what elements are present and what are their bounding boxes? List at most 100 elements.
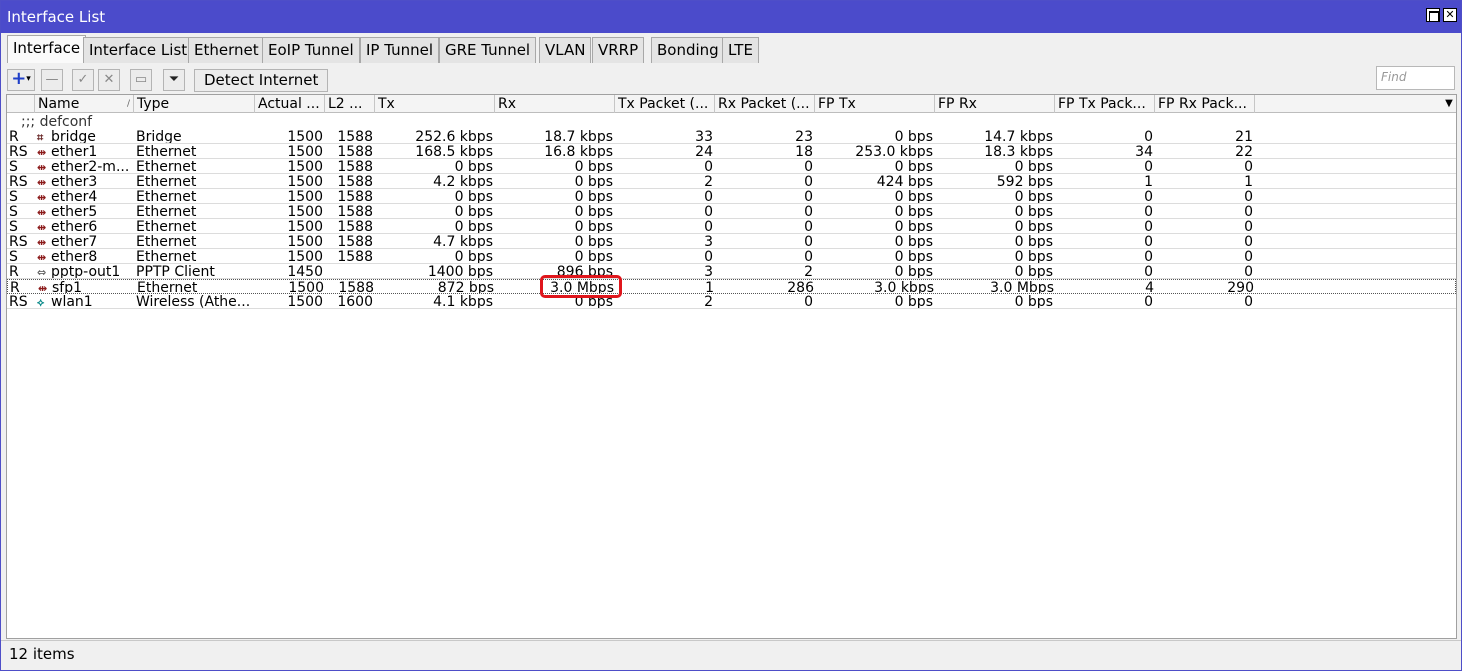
tab-ethernet[interactable]: Ethernet <box>188 37 265 63</box>
close-icon[interactable] <box>1443 8 1457 22</box>
table-row[interactable]: S ⇹ ether2-m... Ethernet 1500 1588 0 bps 0 bps 0… <box>7 159 1456 174</box>
cell-rxp: 0 <box>804 294 813 309</box>
enable-button[interactable]: ✓ <box>72 69 94 91</box>
tab-gre-tunnel[interactable]: GRE Tunnel <box>439 37 537 63</box>
ethernet-icon: ⇹ <box>37 176 47 189</box>
comment-button[interactable]: ▭ <box>130 69 152 91</box>
table-row[interactable]: R ⇹ sfp1 Ethernet 1500 1588 872 bps 3.0 Mbps 1 28… <box>7 279 1456 294</box>
status-bar: 12 items <box>1 640 1461 670</box>
cell-l2: 1588 <box>337 174 373 189</box>
x-icon: ✕ <box>103 72 115 87</box>
table-header: Name / Type Actual ... L2 ... Tx Rx Tx Pa… <box>7 95 1456 113</box>
column-header-rx[interactable]: Rx <box>495 95 615 113</box>
remove-button[interactable]: — <box>41 69 63 91</box>
cell-name: ⟡ wlan1 <box>35 294 134 308</box>
cell-rx: 0 bps <box>574 249 613 264</box>
table-row[interactable]: RS ⟡ wlan1 Wireless (Athe... 1500 1600 4.1 kbp… <box>7 294 1456 309</box>
tab-eoip-tunnel[interactable]: EoIP Tunnel <box>262 37 360 63</box>
cell-actual: 1500 <box>287 249 323 264</box>
table-row[interactable]: RS ⇹ ether3 Ethernet 1500 1588 4.2 kbps 0 bps 2 0… <box>7 174 1456 189</box>
column-header-rx-packet[interactable]: Rx Packet (... <box>715 95 815 113</box>
window-title: Interface List <box>7 8 106 26</box>
cell-txp: 1 <box>705 280 714 294</box>
table-row[interactable]: S ⇹ ether5 Ethernet 1500 1588 0 bps 0 bps 0 0 0 bp… <box>7 204 1456 219</box>
interface-list-window: Interface List Interface Interface List … <box>0 0 1462 671</box>
column-header-l2-mtu[interactable]: L2 ... <box>325 95 375 113</box>
table-row[interactable]: RS ⇹ ether1 Ethernet 1500 1588 168.5 kbps 16.8 … <box>7 144 1456 159</box>
cell-name: ⇹ sfp1 <box>36 280 135 293</box>
tab-vlan[interactable]: VLAN <box>539 37 592 63</box>
cell-fprxp: 0 <box>1244 159 1253 174</box>
cell-fptxp: 0 <box>1144 159 1153 174</box>
cell-l2: 1588 <box>337 129 373 144</box>
table-row[interactable]: RS ⇹ ether7 Ethernet 1500 1588 4.7 kbps 0 bps 3 0… <box>7 234 1456 249</box>
comment-row: ;;; defconf <box>7 114 1456 129</box>
ethernet-icon: ⇹ <box>37 191 47 204</box>
table-row[interactable]: S ⇹ ether6 Ethernet 1500 1588 0 bps 0 bps 0 0 0 bp… <box>7 219 1456 234</box>
column-header-fp-rx[interactable]: FP Rx <box>935 95 1055 113</box>
cell-type: Ethernet <box>136 249 197 264</box>
cell-type: Wireless (Athe... <box>136 294 251 309</box>
add-button[interactable]: +▾ <box>7 69 35 91</box>
interface-name: ether8 <box>51 249 98 264</box>
cell-type: Ethernet <box>136 204 197 219</box>
cell-txp: 2 <box>704 174 713 189</box>
column-header-tx[interactable]: Tx <box>375 95 495 113</box>
cell-tx: 0 bps <box>454 189 493 204</box>
column-menu-icon[interactable]: ▼ <box>1442 96 1456 112</box>
cell-flags: S <box>9 189 18 204</box>
cell-rxp: 0 <box>804 189 813 204</box>
column-header-tx-packet[interactable]: Tx Packet (... <box>615 95 715 113</box>
cell-tx: 0 bps <box>454 219 493 234</box>
cell-actual: 1500 <box>287 159 323 174</box>
column-header-type[interactable]: Type <box>134 95 255 113</box>
cell-actual: 1500 <box>287 174 323 189</box>
cell-name: ⇹ ether8 <box>35 249 134 264</box>
cell-fptxp: 0 <box>1144 219 1153 234</box>
tab-bonding[interactable]: Bonding <box>651 37 725 63</box>
tab-vrrp[interactable]: VRRP <box>592 37 645 63</box>
column-header-actual-mtu[interactable]: Actual ... <box>255 95 325 113</box>
table-row[interactable]: S ⇹ ether4 Ethernet 1500 1588 0 bps 0 bps 0 0 0 bp… <box>7 189 1456 204</box>
cell-fptx: 0 bps <box>894 129 933 144</box>
tab-lte[interactable]: LTE <box>722 37 759 63</box>
column-header-flags[interactable] <box>7 95 35 113</box>
cell-fptx: 3.0 kbps <box>874 280 934 294</box>
cell-txp: 0 <box>704 219 713 234</box>
cell-tx: 4.7 kbps <box>433 234 493 249</box>
tab-ip-tunnel[interactable]: IP Tunnel <box>360 37 440 63</box>
cell-fprxp: 1 <box>1244 174 1253 189</box>
maximize-icon[interactable] <box>1426 8 1440 22</box>
cell-rx: 16.8 kbps <box>544 144 613 159</box>
cell-name: ⌗ bridge <box>35 129 134 143</box>
column-header-name[interactable]: Name / <box>35 95 134 113</box>
cell-fptx: 0 bps <box>894 294 933 309</box>
note-icon: ▭ <box>134 72 148 87</box>
interface-name: ether3 <box>51 174 98 189</box>
filter-button[interactable]: ⏷ <box>163 69 185 91</box>
table-row[interactable]: R ⌗ bridge Bridge 1500 1588 252.6 kbps 18.7 kbp… <box>7 129 1456 144</box>
sort-arrow-icon: / <box>126 99 130 109</box>
title-bar[interactable]: Interface List <box>1 1 1461 33</box>
column-header-fp-rx-packet[interactable]: FP Rx Pack... <box>1155 95 1255 113</box>
tab-interface[interactable]: Interface <box>7 35 87 63</box>
cell-actual: 1500 <box>287 129 323 144</box>
cell-flags: RS <box>9 174 28 189</box>
disable-button[interactable]: ✕ <box>98 69 120 91</box>
detect-internet-button[interactable]: Detect Internet <box>194 69 329 92</box>
tab-interface-list[interactable]: Interface List <box>83 37 194 63</box>
table-row[interactable]: S ⇹ ether8 Ethernet 1500 1588 0 bps 0 bps 0 0 0 bp… <box>7 249 1456 264</box>
cell-rx: 18.7 kbps <box>544 129 613 144</box>
cell-txp: 2 <box>704 294 713 309</box>
cell-rxp: 0 <box>804 174 813 189</box>
column-header-fp-tx-packet[interactable]: FP Tx Pack... <box>1055 95 1155 113</box>
find-input[interactable]: Find <box>1376 66 1455 90</box>
table-row[interactable]: R ⇔ pptp-out1 PPTP Client 1450 1400 bps 896 bp… <box>7 264 1456 279</box>
cell-fptxp: 0 <box>1144 249 1153 264</box>
cell-type: Ethernet <box>136 219 197 234</box>
cell-rxp: 286 <box>787 280 814 294</box>
cell-fprx: 592 bps <box>996 174 1053 189</box>
ethernet-icon: ⇹ <box>37 206 47 219</box>
cell-fptx: 0 bps <box>894 159 933 174</box>
column-header-fp-tx[interactable]: FP Tx <box>815 95 935 113</box>
